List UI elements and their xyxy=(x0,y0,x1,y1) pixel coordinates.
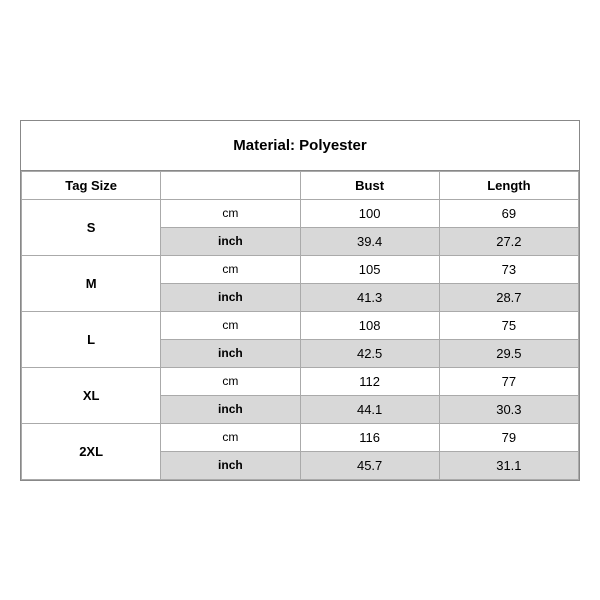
unit-cm-cell: cm xyxy=(161,423,300,451)
bust-inch-cell: 39.4 xyxy=(300,227,439,255)
length-header: Length xyxy=(439,171,578,199)
size-table: Tag Size Bust Length Scm10069inch39.427.… xyxy=(21,171,579,480)
unit-inch-cell: inch xyxy=(161,227,300,255)
unit-cm-cell: cm xyxy=(161,199,300,227)
chart-title: Material: Polyester xyxy=(21,121,579,171)
unit-cm-cell: cm xyxy=(161,311,300,339)
unit-cm-cell: cm xyxy=(161,367,300,395)
length-inch-cell: 29.5 xyxy=(439,339,578,367)
bust-inch-cell: 41.3 xyxy=(300,283,439,311)
length-cm-cell: 79 xyxy=(439,423,578,451)
table-row: 2XLcm11679 xyxy=(22,423,579,451)
table-row: Mcm10573 xyxy=(22,255,579,283)
unit-header xyxy=(161,171,300,199)
tag-size-cell: XL xyxy=(22,367,161,423)
tag-size-cell: S xyxy=(22,199,161,255)
length-inch-cell: 31.1 xyxy=(439,451,578,479)
table-row: Lcm10875 xyxy=(22,311,579,339)
length-inch-cell: 28.7 xyxy=(439,283,578,311)
bust-cm-cell: 105 xyxy=(300,255,439,283)
length-inch-cell: 27.2 xyxy=(439,227,578,255)
unit-inch-cell: inch xyxy=(161,395,300,423)
tag-size-cell: L xyxy=(22,311,161,367)
bust-cm-cell: 108 xyxy=(300,311,439,339)
bust-header: Bust xyxy=(300,171,439,199)
table-row: Scm10069 xyxy=(22,199,579,227)
length-cm-cell: 73 xyxy=(439,255,578,283)
size-chart-container: Material: Polyester Tag Size Bust Length… xyxy=(20,120,580,481)
tag-size-cell: M xyxy=(22,255,161,311)
unit-cm-cell: cm xyxy=(161,255,300,283)
tag-size-header: Tag Size xyxy=(22,171,161,199)
bust-inch-cell: 44.1 xyxy=(300,395,439,423)
table-row: XLcm11277 xyxy=(22,367,579,395)
table-header-row: Tag Size Bust Length xyxy=(22,171,579,199)
bust-cm-cell: 116 xyxy=(300,423,439,451)
unit-inch-cell: inch xyxy=(161,451,300,479)
bust-cm-cell: 112 xyxy=(300,367,439,395)
tag-size-cell: 2XL xyxy=(22,423,161,479)
length-inch-cell: 30.3 xyxy=(439,395,578,423)
length-cm-cell: 69 xyxy=(439,199,578,227)
unit-inch-cell: inch xyxy=(161,283,300,311)
bust-cm-cell: 100 xyxy=(300,199,439,227)
length-cm-cell: 77 xyxy=(439,367,578,395)
bust-inch-cell: 42.5 xyxy=(300,339,439,367)
unit-inch-cell: inch xyxy=(161,339,300,367)
bust-inch-cell: 45.7 xyxy=(300,451,439,479)
length-cm-cell: 75 xyxy=(439,311,578,339)
